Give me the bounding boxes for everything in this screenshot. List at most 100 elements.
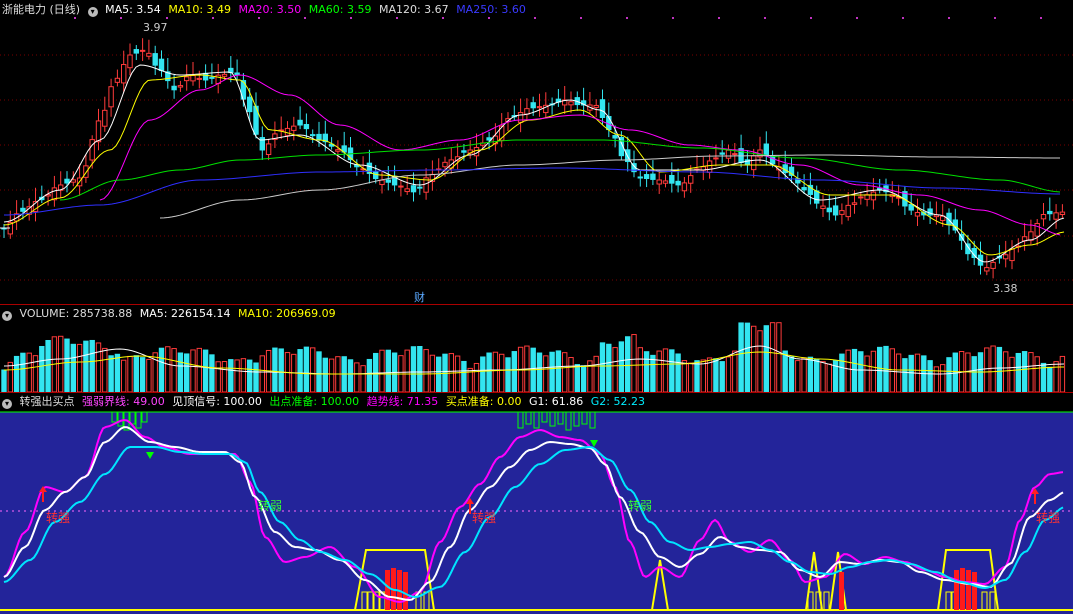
candle-body [530, 102, 536, 109]
volume-bar [877, 346, 883, 392]
volume-bar [278, 348, 284, 392]
volume-bar [669, 349, 675, 392]
volume-bar [461, 360, 467, 392]
volume-bar [889, 348, 895, 392]
indicator-legend: ▾ 转强出买点 强弱界线: 49.00 见顶信号: 100.00 出点准备: 1… [2, 395, 649, 409]
top-marker-dot [810, 17, 812, 19]
volume-bar [473, 362, 480, 392]
volume-bar [253, 362, 259, 392]
volume-bar [763, 325, 769, 392]
candle-body [139, 49, 146, 52]
volume-bar [902, 358, 908, 392]
volume-bar [801, 357, 807, 392]
volume-bar [971, 356, 977, 392]
collapse-icon[interactable]: ▾ [2, 311, 12, 321]
candle-body [637, 176, 643, 179]
buy-point-bar [403, 572, 408, 610]
volume-bar [303, 346, 310, 392]
indicator-item: G2: 52.23 [590, 395, 645, 408]
volume-bar [807, 356, 814, 392]
volume-bar [751, 325, 757, 392]
volume-bar [108, 355, 114, 392]
volume-bar [725, 356, 732, 392]
volume-bar [700, 359, 706, 392]
candle-body [171, 85, 177, 91]
volume-bar [354, 362, 360, 392]
candle-body [398, 185, 404, 188]
ma20-label: MA20: 3.50 [238, 3, 302, 16]
volume-bar [221, 361, 228, 392]
candle-body [64, 178, 70, 184]
volume-bar [480, 356, 486, 392]
volume-ma10: MA10: 206969.09 [237, 307, 336, 320]
top-marker-dot [120, 17, 122, 19]
candle-body [858, 196, 864, 199]
volume-bar [826, 363, 832, 392]
strengthen-label: 转强 [472, 510, 496, 525]
volume-bar [1003, 351, 1009, 392]
indicator-item: G1: 61.86 [529, 395, 584, 408]
top-marker-dot [74, 17, 76, 19]
candle-body [221, 73, 228, 77]
candle-body [108, 86, 114, 108]
candle-body [1053, 212, 1059, 220]
candle-body [404, 188, 410, 193]
volume-bar [39, 345, 45, 392]
volume-bar [719, 361, 725, 392]
candle-body [826, 207, 832, 213]
candle-body [316, 133, 322, 141]
volume-chart-pane[interactable]: ▾ VOLUME: 285738.88 MA5: 226154.14 MA10:… [0, 304, 1073, 392]
indicator-chart-pane[interactable]: ▾ 转强出买点 强弱界线: 49.00 见顶信号: 100.00 出点准备: 1… [0, 392, 1073, 614]
candle-body [536, 106, 543, 109]
volume-bar [543, 355, 549, 392]
candle-body [908, 204, 914, 211]
candle-body [152, 53, 158, 66]
volume-bar [681, 360, 688, 392]
candle-body [832, 205, 839, 216]
volume-bar [379, 349, 385, 392]
finance-marker[interactable]: 财 [414, 289, 425, 305]
indicator-name: 转强出买点 [19, 395, 75, 408]
candle-body [196, 77, 203, 80]
volume-bar [146, 358, 152, 392]
indicator-item: 买点准备: 0.00 [445, 395, 522, 408]
volume-bar [769, 322, 776, 392]
top-marker-dot [902, 17, 904, 19]
top-marker-dot [396, 17, 398, 19]
candle-body [127, 54, 133, 69]
candle-body [102, 109, 108, 127]
volume-bar [990, 345, 996, 392]
price-chart-pane[interactable]: 浙能电力 (日线) ▾ MA5: 3.54 MA10: 3.49 MA20: 3… [0, 0, 1073, 304]
volume-bar [965, 352, 971, 392]
candle-body [121, 64, 127, 84]
volume-bar [574, 364, 580, 392]
candle-body [599, 99, 606, 119]
volume-bar [492, 351, 499, 392]
volume-bar [322, 357, 329, 392]
candle-body [940, 215, 946, 222]
candle-body [706, 160, 713, 173]
low-price-label: 3.38 [993, 282, 1018, 295]
top-marker-dot [534, 17, 536, 19]
indicator-item: 趋势线: 71.35 [366, 395, 439, 408]
candle-body [851, 202, 858, 205]
volume-bar [26, 352, 32, 392]
volume-bar [347, 359, 354, 392]
candle-body [184, 76, 190, 82]
candle-body [20, 207, 26, 212]
collapse-icon[interactable]: ▾ [87, 7, 98, 17]
volume-bar [839, 353, 845, 392]
volume-bar [511, 351, 517, 392]
buy-point-bar [960, 568, 965, 610]
high-price-label: 3.97 [143, 21, 168, 34]
candle-body [442, 161, 448, 168]
buy-point-bar [839, 572, 844, 610]
candle-body [209, 76, 215, 79]
candle-body [719, 152, 725, 155]
collapse-icon[interactable]: ▾ [2, 399, 12, 409]
volume-bar [410, 346, 417, 392]
volume-bar [360, 365, 366, 392]
candle-body [669, 175, 675, 184]
candle-body [568, 101, 574, 106]
candle-body [656, 179, 662, 185]
